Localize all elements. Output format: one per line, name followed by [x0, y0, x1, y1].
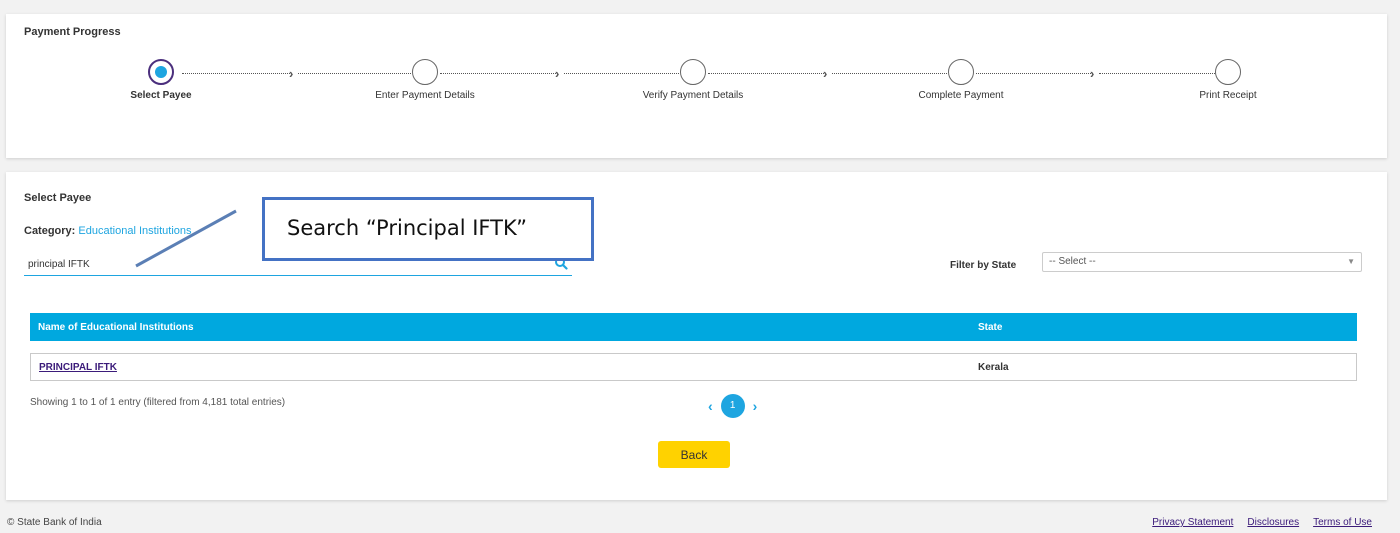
copyright-text: © State Bank of India	[7, 517, 102, 528]
disclosures-link[interactable]: Disclosures	[1247, 517, 1299, 528]
footer-links: Privacy Statement Disclosures Terms of U…	[1152, 517, 1372, 528]
annotation-callout: Search “Principal IFTK”	[262, 197, 594, 261]
annotation-pointer-line	[135, 209, 237, 268]
terms-of-use-link[interactable]: Terms of Use	[1313, 517, 1372, 528]
privacy-statement-link[interactable]: Privacy Statement	[1152, 517, 1233, 528]
